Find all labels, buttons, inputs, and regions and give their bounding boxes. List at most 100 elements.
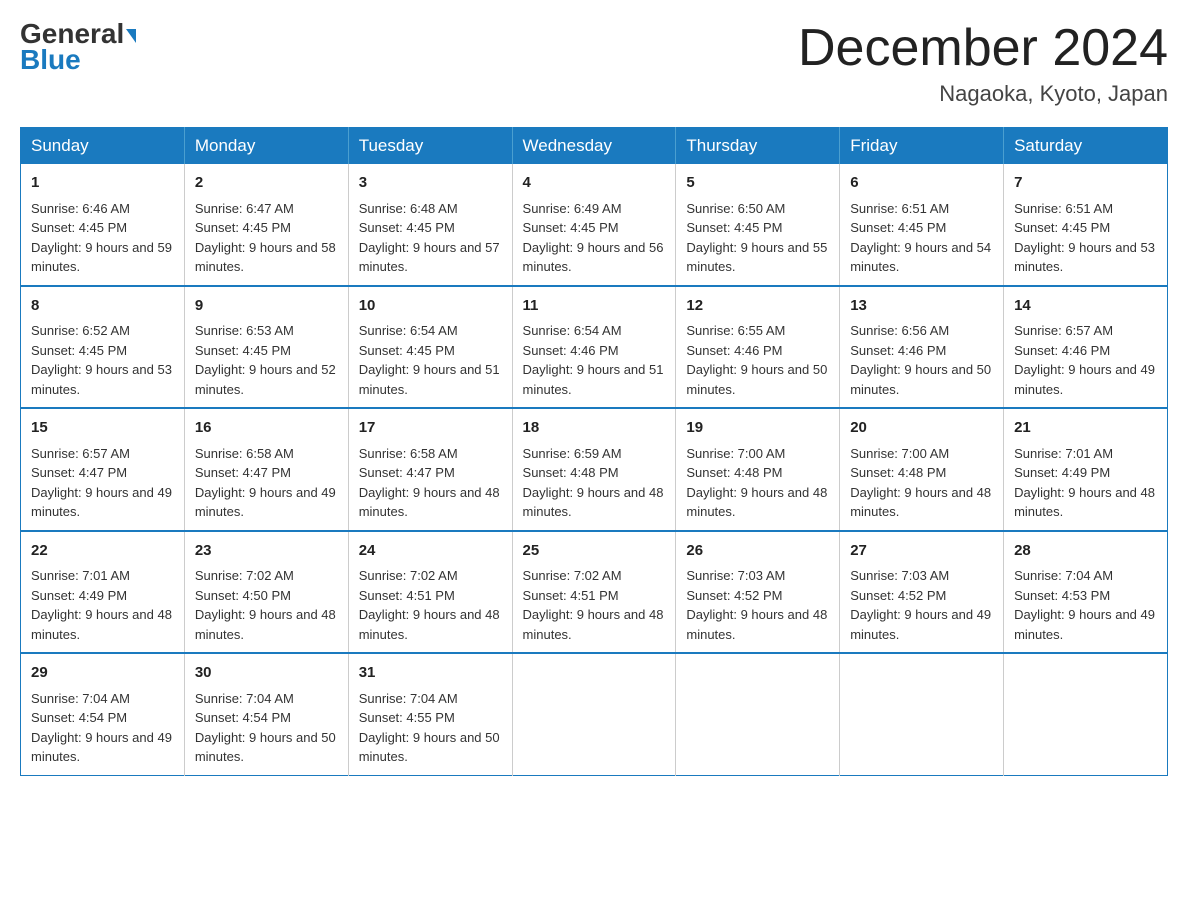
day-info: Sunrise: 6:51 AMSunset: 4:45 PMDaylight:… — [850, 201, 991, 275]
calendar-week-row: 8 Sunrise: 6:52 AMSunset: 4:45 PMDayligh… — [21, 286, 1168, 409]
day-info: Sunrise: 7:03 AMSunset: 4:52 PMDaylight:… — [850, 568, 991, 642]
day-info: Sunrise: 7:04 AMSunset: 4:54 PMDaylight:… — [195, 691, 336, 765]
table-row: 22 Sunrise: 7:01 AMSunset: 4:49 PMDaylig… — [21, 531, 185, 654]
day-info: Sunrise: 6:52 AMSunset: 4:45 PMDaylight:… — [31, 323, 172, 397]
table-row: 9 Sunrise: 6:53 AMSunset: 4:45 PMDayligh… — [184, 286, 348, 409]
table-row: 15 Sunrise: 6:57 AMSunset: 4:47 PMDaylig… — [21, 408, 185, 531]
day-number: 4 — [523, 172, 666, 195]
table-row: 5 Sunrise: 6:50 AMSunset: 4:45 PMDayligh… — [676, 164, 840, 286]
table-row: 1 Sunrise: 6:46 AMSunset: 4:45 PMDayligh… — [21, 164, 185, 286]
day-number: 17 — [359, 417, 502, 440]
day-number: 5 — [686, 172, 829, 195]
table-row — [840, 653, 1004, 775]
table-row: 13 Sunrise: 6:56 AMSunset: 4:46 PMDaylig… — [840, 286, 1004, 409]
day-number: 11 — [523, 295, 666, 318]
table-row: 3 Sunrise: 6:48 AMSunset: 4:45 PMDayligh… — [348, 164, 512, 286]
location-title: Nagaoka, Kyoto, Japan — [798, 81, 1168, 107]
day-info: Sunrise: 7:02 AMSunset: 4:50 PMDaylight:… — [195, 568, 336, 642]
day-info: Sunrise: 6:51 AMSunset: 4:45 PMDaylight:… — [1014, 201, 1155, 275]
calendar-header-row: Sunday Monday Tuesday Wednesday Thursday… — [21, 128, 1168, 165]
day-number: 14 — [1014, 295, 1157, 318]
table-row: 6 Sunrise: 6:51 AMSunset: 4:45 PMDayligh… — [840, 164, 1004, 286]
table-row — [1004, 653, 1168, 775]
day-number: 23 — [195, 540, 338, 563]
day-number: 13 — [850, 295, 993, 318]
day-info: Sunrise: 6:57 AMSunset: 4:46 PMDaylight:… — [1014, 323, 1155, 397]
day-number: 7 — [1014, 172, 1157, 195]
day-number: 16 — [195, 417, 338, 440]
day-info: Sunrise: 7:02 AMSunset: 4:51 PMDaylight:… — [359, 568, 500, 642]
day-info: Sunrise: 6:56 AMSunset: 4:46 PMDaylight:… — [850, 323, 991, 397]
col-tuesday: Tuesday — [348, 128, 512, 165]
day-info: Sunrise: 6:53 AMSunset: 4:45 PMDaylight:… — [195, 323, 336, 397]
calendar-week-row: 22 Sunrise: 7:01 AMSunset: 4:49 PMDaylig… — [21, 531, 1168, 654]
day-number: 30 — [195, 662, 338, 685]
day-number: 2 — [195, 172, 338, 195]
table-row: 2 Sunrise: 6:47 AMSunset: 4:45 PMDayligh… — [184, 164, 348, 286]
table-row: 28 Sunrise: 7:04 AMSunset: 4:53 PMDaylig… — [1004, 531, 1168, 654]
logo-text-line2: Blue — [20, 44, 81, 76]
table-row: 25 Sunrise: 7:02 AMSunset: 4:51 PMDaylig… — [512, 531, 676, 654]
col-sunday: Sunday — [21, 128, 185, 165]
day-info: Sunrise: 6:47 AMSunset: 4:45 PMDaylight:… — [195, 201, 336, 275]
col-friday: Friday — [840, 128, 1004, 165]
day-number: 8 — [31, 295, 174, 318]
table-row: 29 Sunrise: 7:04 AMSunset: 4:54 PMDaylig… — [21, 653, 185, 775]
day-number: 31 — [359, 662, 502, 685]
day-number: 27 — [850, 540, 993, 563]
table-row: 31 Sunrise: 7:04 AMSunset: 4:55 PMDaylig… — [348, 653, 512, 775]
day-info: Sunrise: 7:01 AMSunset: 4:49 PMDaylight:… — [31, 568, 172, 642]
day-info: Sunrise: 6:57 AMSunset: 4:47 PMDaylight:… — [31, 446, 172, 520]
table-row: 27 Sunrise: 7:03 AMSunset: 4:52 PMDaylig… — [840, 531, 1004, 654]
table-row: 10 Sunrise: 6:54 AMSunset: 4:45 PMDaylig… — [348, 286, 512, 409]
table-row: 30 Sunrise: 7:04 AMSunset: 4:54 PMDaylig… — [184, 653, 348, 775]
table-row — [512, 653, 676, 775]
month-title: December 2024 — [798, 20, 1168, 77]
table-row: 19 Sunrise: 7:00 AMSunset: 4:48 PMDaylig… — [676, 408, 840, 531]
col-wednesday: Wednesday — [512, 128, 676, 165]
day-number: 15 — [31, 417, 174, 440]
day-number: 20 — [850, 417, 993, 440]
calendar-week-row: 29 Sunrise: 7:04 AMSunset: 4:54 PMDaylig… — [21, 653, 1168, 775]
table-row: 17 Sunrise: 6:58 AMSunset: 4:47 PMDaylig… — [348, 408, 512, 531]
day-number: 10 — [359, 295, 502, 318]
day-info: Sunrise: 7:01 AMSunset: 4:49 PMDaylight:… — [1014, 446, 1155, 520]
day-info: Sunrise: 7:02 AMSunset: 4:51 PMDaylight:… — [523, 568, 664, 642]
day-info: Sunrise: 6:55 AMSunset: 4:46 PMDaylight:… — [686, 323, 827, 397]
calendar-table: Sunday Monday Tuesday Wednesday Thursday… — [20, 127, 1168, 776]
day-info: Sunrise: 6:58 AMSunset: 4:47 PMDaylight:… — [195, 446, 336, 520]
day-number: 28 — [1014, 540, 1157, 563]
day-info: Sunrise: 6:54 AMSunset: 4:45 PMDaylight:… — [359, 323, 500, 397]
table-row: 7 Sunrise: 6:51 AMSunset: 4:45 PMDayligh… — [1004, 164, 1168, 286]
col-thursday: Thursday — [676, 128, 840, 165]
day-info: Sunrise: 7:04 AMSunset: 4:54 PMDaylight:… — [31, 691, 172, 765]
table-row: 11 Sunrise: 6:54 AMSunset: 4:46 PMDaylig… — [512, 286, 676, 409]
logo: General Blue — [20, 20, 136, 76]
day-number: 18 — [523, 417, 666, 440]
calendar-week-row: 1 Sunrise: 6:46 AMSunset: 4:45 PMDayligh… — [21, 164, 1168, 286]
day-number: 3 — [359, 172, 502, 195]
day-info: Sunrise: 7:00 AMSunset: 4:48 PMDaylight:… — [686, 446, 827, 520]
table-row: 12 Sunrise: 6:55 AMSunset: 4:46 PMDaylig… — [676, 286, 840, 409]
day-info: Sunrise: 7:03 AMSunset: 4:52 PMDaylight:… — [686, 568, 827, 642]
logo-triangle-icon — [126, 29, 136, 43]
day-number: 26 — [686, 540, 829, 563]
day-info: Sunrise: 6:59 AMSunset: 4:48 PMDaylight:… — [523, 446, 664, 520]
day-number: 6 — [850, 172, 993, 195]
table-row: 21 Sunrise: 7:01 AMSunset: 4:49 PMDaylig… — [1004, 408, 1168, 531]
title-block: December 2024 Nagaoka, Kyoto, Japan — [798, 20, 1168, 107]
day-number: 22 — [31, 540, 174, 563]
table-row: 16 Sunrise: 6:58 AMSunset: 4:47 PMDaylig… — [184, 408, 348, 531]
day-number: 12 — [686, 295, 829, 318]
table-row: 23 Sunrise: 7:02 AMSunset: 4:50 PMDaylig… — [184, 531, 348, 654]
table-row: 18 Sunrise: 6:59 AMSunset: 4:48 PMDaylig… — [512, 408, 676, 531]
table-row: 14 Sunrise: 6:57 AMSunset: 4:46 PMDaylig… — [1004, 286, 1168, 409]
day-info: Sunrise: 6:54 AMSunset: 4:46 PMDaylight:… — [523, 323, 664, 397]
day-info: Sunrise: 6:58 AMSunset: 4:47 PMDaylight:… — [359, 446, 500, 520]
day-number: 29 — [31, 662, 174, 685]
day-number: 21 — [1014, 417, 1157, 440]
day-info: Sunrise: 6:46 AMSunset: 4:45 PMDaylight:… — [31, 201, 172, 275]
table-row — [676, 653, 840, 775]
table-row: 20 Sunrise: 7:00 AMSunset: 4:48 PMDaylig… — [840, 408, 1004, 531]
day-number: 1 — [31, 172, 174, 195]
